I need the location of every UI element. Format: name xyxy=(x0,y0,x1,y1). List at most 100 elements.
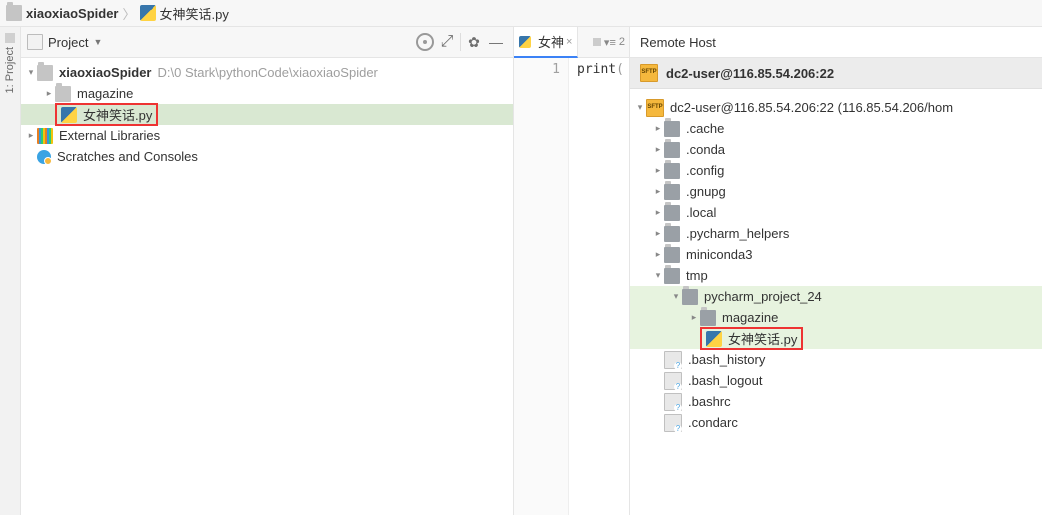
remote-host-title: Remote Host xyxy=(640,35,716,50)
remote-folder[interactable]: ▸miniconda3 xyxy=(630,244,1042,265)
expand-toggle[interactable]: ▸ xyxy=(43,88,55,99)
tree-item-label: .bashrc xyxy=(688,394,731,409)
folder-icon xyxy=(664,121,680,137)
editor-tab-extra[interactable]: ▾≡2 xyxy=(593,36,629,49)
folder-icon xyxy=(664,247,680,263)
remote-file-highlighted[interactable]: ▸女神笑话.py xyxy=(630,328,1042,349)
tree-item-label: 女神笑话.py xyxy=(83,105,152,124)
editor-tabs: 女神 × ▾≡2 xyxy=(514,27,629,58)
close-tab-button[interactable]: × xyxy=(566,36,572,48)
tree-item-label: .conda xyxy=(686,142,725,157)
folder-icon xyxy=(664,205,680,221)
tool-icon[interactable] xyxy=(5,33,15,43)
libraries-icon xyxy=(37,128,53,144)
remote-folder[interactable]: ▸.pycharm_helpers xyxy=(630,223,1042,244)
line-number: 1 xyxy=(514,62,560,77)
sftp-icon: SFTP xyxy=(640,64,658,82)
tree-item-label: .bash_history xyxy=(688,352,765,367)
project-view-icon xyxy=(27,34,43,50)
scratches-consoles[interactable]: ▸ Scratches and Consoles xyxy=(21,146,513,167)
folder-icon xyxy=(664,184,680,200)
remote-file[interactable]: ▸.bashrc xyxy=(630,391,1042,412)
remote-connection-header[interactable]: SFTP dc2-user@116.85.54.206:22 xyxy=(630,58,1042,89)
tree-file-selected[interactable]: ▸ 女神笑话.py xyxy=(21,104,513,125)
expand-all-button[interactable]: ⤢ xyxy=(436,31,458,53)
caret-down-icon: ▼ xyxy=(93,37,102,47)
scratches-icon xyxy=(37,150,51,164)
remote-folder-pyproj[interactable]: ▾ pycharm_project_24 xyxy=(630,286,1042,307)
expand-toggle[interactable]: ▸ xyxy=(688,312,700,323)
expand-toggle[interactable]: ▸ xyxy=(652,249,664,260)
expand-toggle[interactable]: ▸ xyxy=(652,186,664,197)
remote-tree[interactable]: ▾ SFTP dc2-user@116.85.54.206:22 (116.85… xyxy=(630,89,1042,515)
remote-folder[interactable]: ▸ .conda xyxy=(630,139,1042,160)
folder-icon xyxy=(664,226,680,242)
python-file-icon xyxy=(706,331,722,347)
expand-toggle[interactable]: ▾ xyxy=(670,291,682,302)
tab-indicator-count: 2 xyxy=(619,36,625,48)
python-file-icon xyxy=(519,36,531,48)
expand-toggle[interactable]: ▾ xyxy=(652,270,664,281)
locate-button[interactable] xyxy=(414,31,436,53)
remote-folder[interactable]: ▸.cache xyxy=(630,118,1042,139)
expand-toggle[interactable]: ▸ xyxy=(652,207,664,218)
expand-toggle[interactable]: ▸ xyxy=(652,228,664,239)
remote-folder[interactable]: ▸ .local xyxy=(630,202,1042,223)
project-root-path: D:\0 Stark\pythonCode\xiaoxiaoSpider xyxy=(157,65,377,80)
remote-file[interactable]: ▸.bash_history xyxy=(630,349,1042,370)
tree-item-label: .local xyxy=(686,205,716,220)
settings-button[interactable]: ✿ xyxy=(463,31,485,53)
editor-tab[interactable]: 女神 × xyxy=(514,27,578,58)
remote-root[interactable]: ▾ SFTP dc2-user@116.85.54.206:22 (116.85… xyxy=(630,97,1042,118)
remote-connection-label: dc2-user@116.85.54.206:22 xyxy=(666,66,834,81)
tree-item-label: Scratches and Consoles xyxy=(57,149,198,164)
python-file-icon xyxy=(140,5,156,21)
breadcrumb-file[interactable]: 女神笑话.py xyxy=(140,4,229,23)
hide-button[interactable]: — xyxy=(485,31,507,53)
chevron-right-icon: 〉 xyxy=(122,4,135,23)
gutter: 1 xyxy=(514,58,569,515)
breadcrumb-file-label: 女神笑话.py xyxy=(160,4,229,23)
breadcrumb-root[interactable]: xiaoxiaoSpider xyxy=(6,5,118,21)
project-vertical-tab[interactable]: 1: Project xyxy=(4,47,16,93)
code-text: print xyxy=(577,62,616,77)
code-editor[interactable]: 1 print( xyxy=(514,58,629,515)
expand-toggle[interactable]: ▸ xyxy=(652,165,664,176)
expand-toggle[interactable]: ▾ xyxy=(25,67,37,78)
sftp-icon: SFTP xyxy=(646,99,664,117)
remote-file[interactable]: ▸.bash_logout xyxy=(630,370,1042,391)
remote-folder[interactable]: ▸ .config xyxy=(630,160,1042,181)
tree-folder-magazine[interactable]: ▸ magazine xyxy=(21,83,513,104)
project-tree[interactable]: ▾ xiaoxiaoSpider D:\0 Stark\pythonCode\x… xyxy=(21,58,513,515)
remote-folder-magazine[interactable]: ▸magazine xyxy=(630,307,1042,328)
project-root[interactable]: ▾ xiaoxiaoSpider D:\0 Stark\pythonCode\x… xyxy=(21,62,513,83)
expand-toggle[interactable]: ▸ xyxy=(652,144,664,155)
expand-toggle[interactable]: ▾ xyxy=(634,102,646,113)
text-file-icon xyxy=(664,351,682,369)
folder-icon xyxy=(700,310,716,326)
expand-toggle[interactable]: ▸ xyxy=(652,123,664,134)
remote-folder[interactable]: ▸ .gnupg xyxy=(630,181,1042,202)
tree-item-label: .gnupg xyxy=(686,184,726,199)
folder-icon xyxy=(664,163,680,179)
breadcrumb-root-label: xiaoxiaoSpider xyxy=(26,6,118,21)
folder-icon xyxy=(682,289,698,305)
remote-folder-tmp[interactable]: ▾tmp xyxy=(630,265,1042,286)
project-panel-header: Project ▼ ⤢ ✿ — xyxy=(21,27,513,58)
tree-item-label: .condarc xyxy=(688,415,738,430)
tree-item-label: .config xyxy=(686,163,724,178)
editor-tab-label: 女神 xyxy=(538,32,564,51)
code-line[interactable]: print( xyxy=(569,58,624,515)
remote-file[interactable]: ▸.condarc xyxy=(630,412,1042,433)
tree-item-label: pycharm_project_24 xyxy=(704,289,822,304)
tree-item-label: External Libraries xyxy=(59,128,160,143)
external-libraries[interactable]: ▸ External Libraries xyxy=(21,125,513,146)
expand-toggle[interactable]: ▸ xyxy=(25,130,37,141)
folder-icon xyxy=(664,142,680,158)
folder-icon xyxy=(664,268,680,284)
project-view-selector[interactable]: Project ▼ xyxy=(27,34,102,50)
python-file-icon xyxy=(61,107,77,123)
divider xyxy=(460,33,461,51)
breadcrumb: xiaoxiaoSpider 〉 女神笑话.py xyxy=(0,0,1042,27)
project-root-label: xiaoxiaoSpider xyxy=(59,65,151,80)
